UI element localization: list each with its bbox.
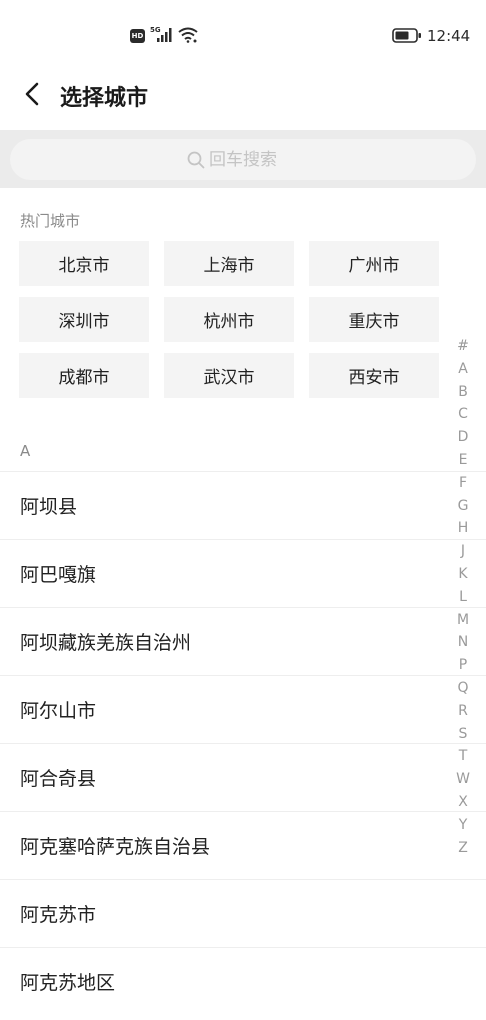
city-list-item[interactable]: 阿巴嘎旗	[0, 539, 486, 607]
status-bar: HD 5G 12:44	[0, 0, 486, 72]
battery-icon	[392, 28, 421, 43]
hot-city-button[interactable]: 北京市	[19, 241, 149, 286]
hot-city-button[interactable]: 广州市	[309, 241, 439, 286]
index-letter[interactable]: N	[452, 631, 474, 654]
hot-city-button[interactable]: 重庆市	[309, 297, 439, 342]
search-input[interactable]	[209, 149, 299, 170]
city-list-item[interactable]: 阿克塞哈萨克族自治县	[0, 811, 486, 879]
index-letter[interactable]: X	[452, 791, 474, 814]
back-button[interactable]	[16, 78, 48, 110]
index-letter[interactable]: F	[452, 472, 474, 495]
page-title: 选择城市	[60, 86, 149, 111]
index-letter[interactable]: #	[452, 335, 474, 358]
index-letter[interactable]: S	[452, 723, 474, 746]
top-navigation-bar: 选择城市	[0, 72, 486, 116]
index-letter[interactable]: D	[452, 426, 474, 449]
city-list-item[interactable]: 阿坝县	[0, 471, 486, 539]
signal-icon	[157, 28, 172, 42]
index-letter[interactable]: G	[452, 495, 474, 518]
wifi-icon	[178, 27, 198, 43]
city-list: 阿坝县 阿巴嘎旗 阿坝藏族羌族自治州 阿尔山市 阿合奇县 阿克塞哈萨克族自治县 …	[0, 471, 486, 1015]
hot-city-button[interactable]: 深圳市	[19, 297, 149, 342]
index-letter[interactable]: B	[452, 381, 474, 404]
index-letter[interactable]: E	[452, 449, 474, 472]
index-letter[interactable]: Z	[452, 837, 474, 860]
city-list-item[interactable]: 阿坝藏族羌族自治州	[0, 607, 486, 675]
city-picker-screen: HD 5G 12:44 选择城市 回车搜索 热门城市 北京市 上海市 广州市 深…	[0, 0, 486, 1020]
hot-cities-title: 热门城市	[20, 212, 81, 230]
index-letter[interactable]: L	[452, 586, 474, 609]
hot-city-button[interactable]: 武汉市	[164, 353, 294, 398]
section-header-letter: A	[20, 442, 31, 460]
search-box[interactable]	[10, 139, 476, 180]
index-letter[interactable]: K	[452, 563, 474, 586]
hot-city-button[interactable]: 上海市	[164, 241, 294, 286]
index-letter[interactable]: A	[452, 358, 474, 381]
city-list-item[interactable]: 阿克苏地区	[0, 947, 486, 1015]
index-letter[interactable]: J	[452, 540, 474, 563]
index-letter[interactable]: H	[452, 517, 474, 540]
index-letter[interactable]: R	[452, 700, 474, 723]
hot-city-button[interactable]: 西安市	[309, 353, 439, 398]
city-list-item[interactable]: 阿克苏市	[0, 879, 486, 947]
city-list-item[interactable]: 阿尔山市	[0, 675, 486, 743]
index-letter[interactable]: T	[452, 745, 474, 768]
index-letter[interactable]: P	[452, 654, 474, 677]
hot-cities-grid: 北京市 上海市 广州市 深圳市 杭州市 重庆市 成都市 武汉市 西安市	[19, 241, 439, 398]
search-icon	[187, 151, 205, 168]
index-letter[interactable]: Q	[452, 677, 474, 700]
hot-city-button[interactable]: 成都市	[19, 353, 149, 398]
search-area	[0, 130, 486, 188]
chevron-left-icon	[25, 82, 39, 106]
hot-city-button[interactable]: 杭州市	[164, 297, 294, 342]
city-list-item[interactable]: 阿合奇县	[0, 743, 486, 811]
alphabet-index-bar[interactable]: # A B C D E F G H J K L M N P Q R S T W …	[452, 335, 474, 859]
hd-badge: HD	[130, 29, 145, 43]
index-letter[interactable]: Y	[452, 814, 474, 837]
index-letter[interactable]: W	[452, 768, 474, 791]
clock: 12:44	[427, 27, 471, 45]
index-letter[interactable]: M	[452, 609, 474, 632]
index-letter[interactable]: C	[452, 403, 474, 426]
